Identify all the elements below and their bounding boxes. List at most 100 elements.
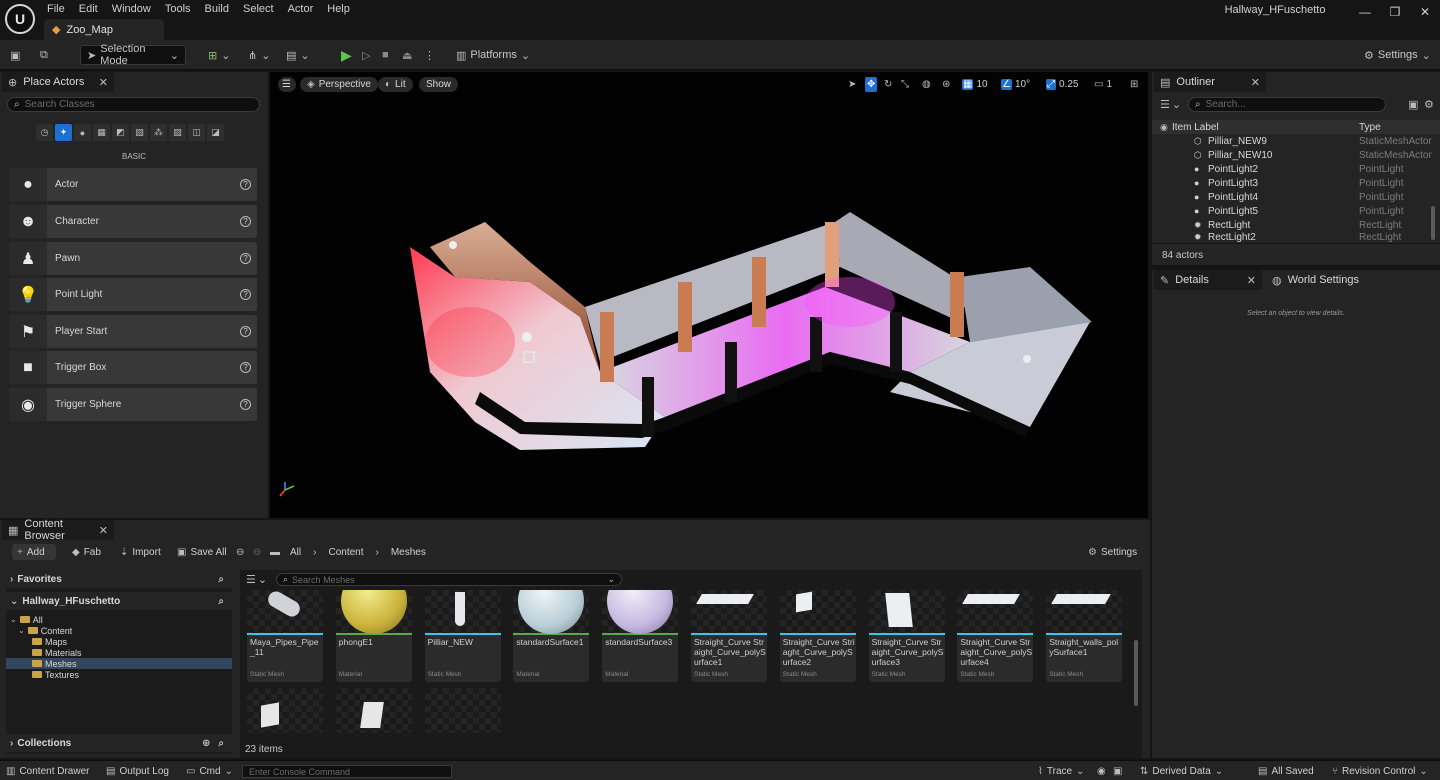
outliner-row[interactable]: ⬡ Pilliar_NEW9 StaticMeshActor — [1152, 134, 1432, 148]
browse-button[interactable]: ⧉ — [40, 45, 48, 65]
actor-item-actor[interactable]: ● Actor ? — [9, 168, 257, 201]
tree-item-materials[interactable]: Materials — [32, 647, 82, 658]
menu-help[interactable]: Help — [320, 1, 357, 17]
menu-edit[interactable]: Edit — [72, 1, 105, 17]
close-icon[interactable]: ✕ — [1247, 274, 1256, 287]
outliner-search-input[interactable]: ⌕ Search... — [1188, 97, 1386, 112]
help-icon[interactable]: ? — [240, 399, 251, 410]
basic-icon[interactable]: ✦ — [55, 124, 72, 141]
search-icon[interactable]: ⌕ — [218, 596, 224, 607]
record-button[interactable]: ◉ — [1097, 764, 1106, 778]
asset-scrollbar[interactable] — [1134, 640, 1138, 706]
menu-actor[interactable]: Actor — [281, 1, 321, 17]
actor-item-pawn[interactable]: ♟ Pawn ? — [9, 242, 257, 275]
asset-tile[interactable]: Straight_Curve Straight_Curve_polySurfac… — [691, 590, 767, 682]
menu-select[interactable]: Select — [236, 1, 281, 17]
minimize-icon[interactable]: — — [1350, 0, 1380, 24]
tree-item-all[interactable]: ⌄ All — [10, 614, 43, 625]
all-saved-button[interactable]: ▤ All Saved — [1258, 764, 1314, 778]
volumes-icon[interactable]: ⁂ — [150, 124, 167, 141]
add-button[interactable]: + Add — [12, 544, 56, 560]
cinematics-button[interactable]: ▤ ⌄ — [286, 45, 310, 65]
project-header[interactable]: ⌄ Hallway_HFuschetto ⌕ — [6, 592, 232, 610]
translate-tool[interactable]: ✥ — [865, 77, 878, 92]
search-icon[interactable]: ⌕ — [218, 738, 224, 749]
tree-item-meshes[interactable]: Meshes — [6, 658, 232, 669]
visual-effects-icon[interactable]: ◩ — [112, 124, 129, 141]
selection-mode-dropdown[interactable]: ➤ Selection Mode ⌄ — [80, 43, 186, 67]
close-icon[interactable]: ✕ — [99, 524, 108, 537]
search-classes-input[interactable]: ⌕ Search Classes — [7, 97, 260, 112]
content-browser-tab[interactable]: ▦ Content Browser ✕ — [2, 518, 114, 542]
all-classes-icon[interactable]: ▨ — [169, 124, 186, 141]
place-actors-tab[interactable]: ⊕ Place Actors ✕ — [2, 72, 114, 92]
tree-item-maps[interactable]: Maps — [32, 636, 67, 647]
output-log-button[interactable]: ▤ Output Log — [106, 764, 169, 778]
search-meshes-input[interactable]: ⌕ Search Meshes ⌄ — [276, 573, 622, 586]
help-icon[interactable]: ? — [240, 362, 251, 373]
asset-tile[interactable]: standardSurface3 Material — [602, 590, 679, 682]
world-settings-tab[interactable]: ◍ World Settings — [1266, 270, 1366, 290]
tree-item-content[interactable]: ⌄ Content — [18, 625, 72, 636]
col-item-label[interactable]: Item Label — [1172, 122, 1219, 133]
breadcrumb-content[interactable]: Content — [328, 547, 363, 558]
outliner-row[interactable]: ● PointLight2 PointLight — [1152, 162, 1432, 176]
help-icon[interactable]: ? — [240, 253, 251, 264]
help-icon[interactable]: ? — [240, 179, 251, 190]
actor-item-player-start[interactable]: ⚑ Player Start ? — [9, 315, 257, 348]
lit-button[interactable]: ◐ Lit — [378, 77, 413, 92]
platforms-dropdown[interactable]: ▥ Platforms ⌄ — [456, 45, 530, 65]
unreal-logo[interactable]: U — [5, 4, 35, 34]
shapes-icon[interactable]: ◫ — [188, 124, 205, 141]
save-button[interactable]: ▣ — [10, 45, 20, 65]
asset-tile[interactable]: phongE1 Material — [335, 590, 412, 682]
tree-item-textures[interactable]: Textures — [32, 669, 79, 680]
rotate-tool[interactable]: ↻ — [884, 77, 892, 92]
outliner-scrollbar[interactable] — [1431, 206, 1435, 240]
recent-icon[interactable]: ◷ — [36, 124, 53, 141]
add-folder-icon[interactable]: ▣ — [1408, 98, 1418, 111]
outliner-row[interactable]: ✹ RectLight RectLight — [1152, 218, 1432, 232]
fab-button[interactable]: ◆ Fab — [72, 544, 101, 560]
cmd-dropdown[interactable]: ▭ Cmd ⌄ — [186, 764, 233, 778]
play-button[interactable]: ▶ — [341, 45, 352, 65]
derived-data-button[interactable]: ⇅ Derived Data ⌄ — [1140, 764, 1223, 778]
asset-tile[interactable] — [425, 688, 501, 733]
eject-button[interactable]: ⏏ — [402, 45, 412, 65]
asset-tile[interactable]: standardSurface1 Material — [513, 590, 590, 682]
scene-render[interactable] — [270, 72, 1148, 518]
show-button[interactable]: Show — [419, 77, 459, 92]
save-all-button[interactable]: ▣ Save All — [177, 544, 227, 560]
cinematic-icon[interactable]: ▦ — [93, 124, 110, 141]
trace-dropdown[interactable]: ⌇ Trace ⌄ — [1038, 764, 1084, 778]
cb-settings-button[interactable]: ⚙ Settings — [1088, 544, 1137, 560]
outliner-filter-button[interactable]: ☰ ⌄ — [1160, 98, 1181, 111]
help-icon[interactable]: ? — [240, 216, 251, 227]
actor-item-point-light[interactable]: 💡 Point Light ? — [9, 278, 257, 311]
gear-icon[interactable]: ⚙ — [1424, 98, 1434, 111]
play-options-button[interactable]: ⋮ — [424, 45, 435, 65]
surface-snap-toggle[interactable]: ⊛ — [942, 77, 950, 92]
asset-tile[interactable]: Maya_Pipes_Pipe_11 Static Mesh — [247, 590, 323, 682]
world-space-toggle[interactable]: ◍ — [922, 77, 931, 92]
asset-tile[interactable]: Straight_walls_polySurface1 Static Mesh — [1046, 590, 1123, 682]
actor-item-trigger-sphere[interactable]: ◉ Trigger Sphere ? — [9, 388, 257, 421]
help-icon[interactable]: ? — [240, 289, 251, 300]
outliner-tab[interactable]: ▤ Outliner ✕ — [1154, 72, 1266, 92]
stop-button[interactable]: ■ — [382, 45, 389, 65]
content-drawer-button[interactable]: ▥ Content Drawer — [6, 764, 89, 778]
document-tab[interactable]: ◆ Zoo_Map — [44, 19, 164, 40]
back-button[interactable]: ⊖ — [236, 544, 244, 560]
col-type[interactable]: Type — [1359, 122, 1381, 133]
asset-tile[interactable] — [247, 688, 323, 733]
geometry-icon[interactable]: ▧ — [131, 124, 148, 141]
menu-build[interactable]: Build — [198, 1, 236, 17]
menu-tools[interactable]: Tools — [158, 1, 198, 17]
import-button[interactable]: ⇣ Import — [120, 544, 161, 560]
add-actor-button[interactable]: ⊞ ⌄ — [208, 45, 230, 65]
scale-snap-toggle[interactable]: ⤢ 0.25 — [1046, 77, 1078, 92]
step-button[interactable]: ▷ — [362, 45, 370, 65]
eye-icon[interactable]: ◉ — [1160, 122, 1168, 133]
screenshot-button[interactable]: ▣ — [1113, 764, 1122, 778]
level-viewport[interactable]: ☰ ◈ Perspective ◐ Lit Show ➤ ✥ ↻ ⤡ ◍ ⊛ ▦ 10… — [270, 72, 1148, 518]
